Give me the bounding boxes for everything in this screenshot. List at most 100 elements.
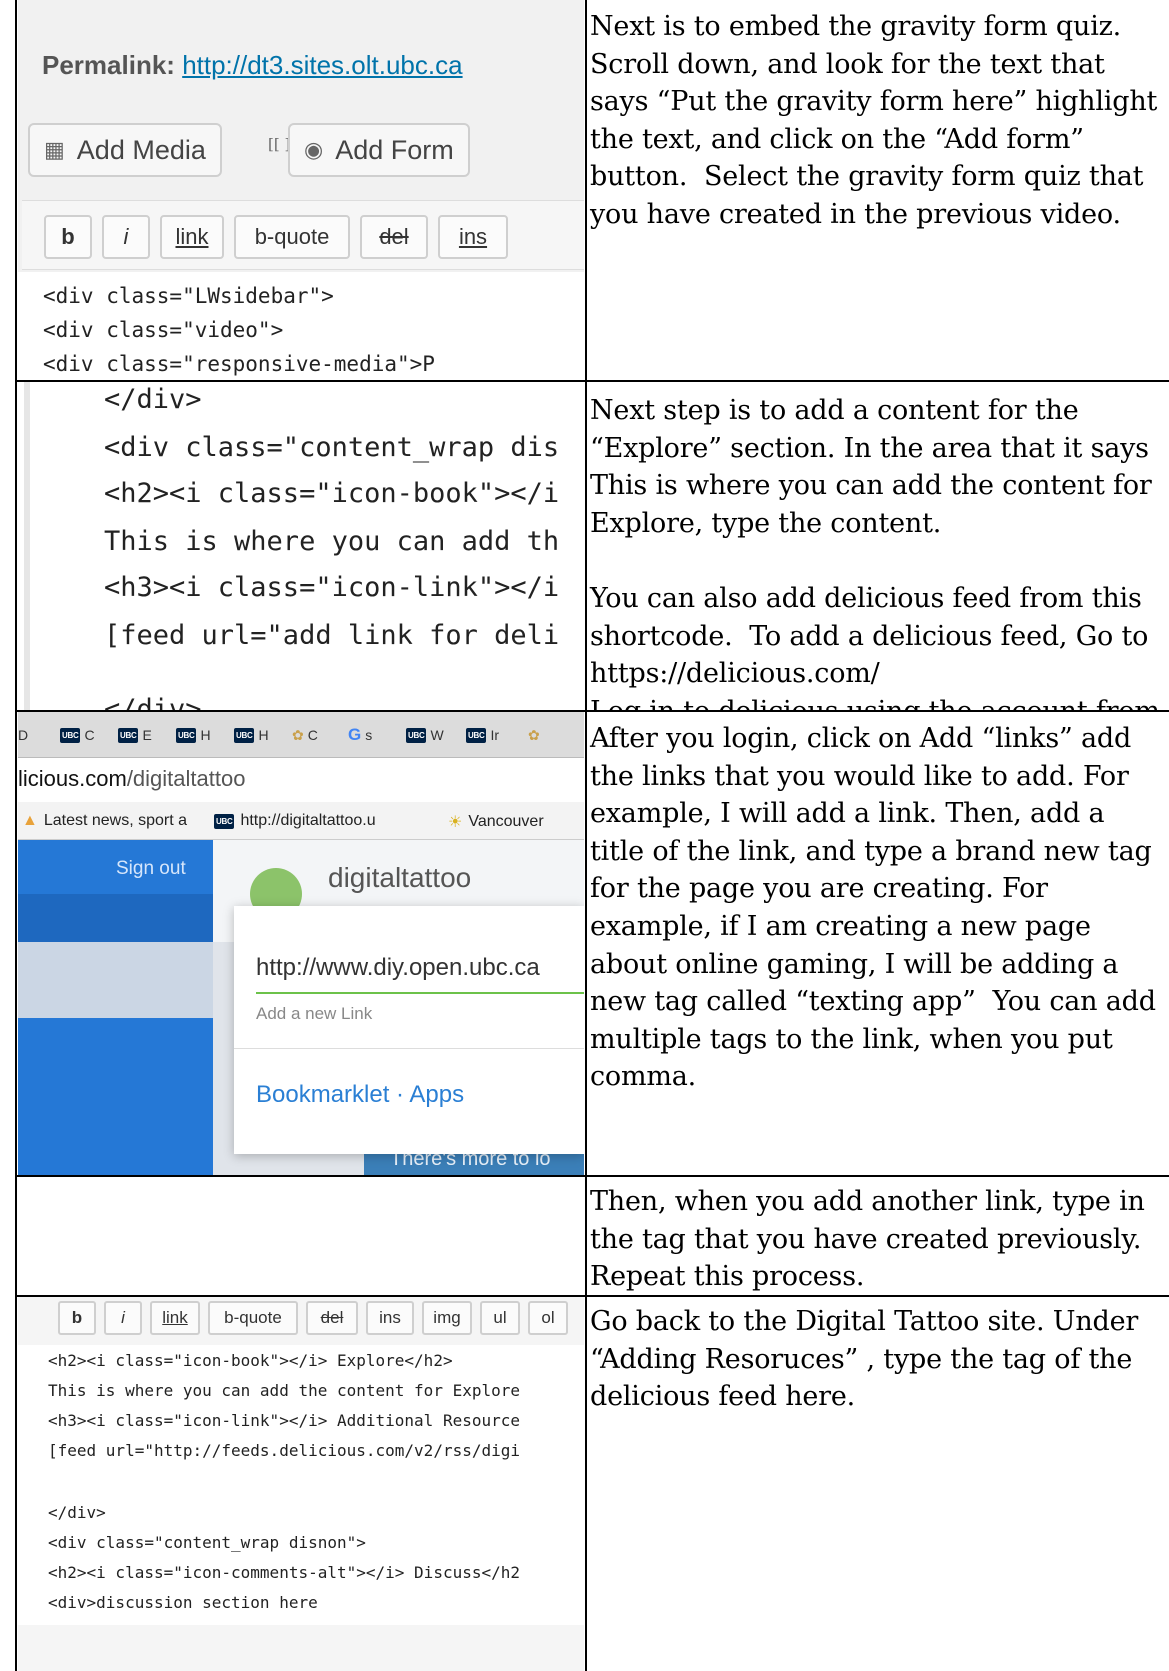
sidebar-band — [18, 894, 213, 942]
quicktag-ins-button[interactable]: ins — [438, 215, 508, 259]
instruction-paragraph: Go back to the Digital Tattoo site. Unde… — [590, 1306, 1147, 1413]
code-line: </div> — [48, 1503, 106, 1522]
wordpress-editor-screenshot: Permalink: http://dt3.sites.olt.ubc.ca ▦… — [18, 0, 584, 382]
browser-tab[interactable]: ✿ C — [292, 720, 318, 750]
sidebar-band — [18, 942, 213, 1018]
bookmark-item[interactable]: UBC http://digitaltattoo.u — [214, 812, 376, 830]
bookmark-label: Latest news, sport a — [43, 812, 188, 829]
sun-icon: ☀ — [448, 814, 463, 831]
bookmark-icon: ▲ — [22, 812, 38, 829]
flower-icon: ✿ — [528, 726, 540, 743]
tab-label: W — [430, 727, 444, 743]
form-icon: ◉ — [304, 137, 324, 162]
code-line: <div class="LWsidebar"> — [43, 284, 334, 308]
quicktag-italic-button[interactable]: i — [102, 215, 150, 259]
instruction-text: Next step is to add a content for the “E… — [590, 392, 1165, 712]
code-line: <div class="responsive-media">P — [43, 352, 435, 376]
site-name: digitaltattoo — [328, 862, 472, 893]
ubc-logo-icon: UBC — [466, 727, 487, 743]
link-input-hint: Add a new Link — [256, 1004, 373, 1023]
browser-tab[interactable]: D — [18, 720, 28, 750]
table-border-left — [15, 0, 17, 1671]
quicktag-ol-button[interactable]: ol — [528, 1301, 568, 1335]
bookmarklet-apps-links[interactable]: Bookmarklet · Apps — [256, 1081, 464, 1109]
media-icon: ▦ — [44, 137, 65, 162]
browser-screenshot: D UBC C UBC E UBC H UBC H ✿ C Gs UBC W UBC Ir ✿… — [18, 712, 584, 1177]
browser-tab[interactable]: UBC C — [60, 720, 95, 750]
flower-icon: ✿ — [292, 726, 304, 743]
bookmark-label: http://digitaltattoo.u — [240, 812, 376, 829]
browser-tab[interactable]: UBC E — [118, 720, 152, 750]
bookmark-item[interactable]: ▲ Latest news, sport a — [22, 812, 187, 830]
permalink-url[interactable]: http://dt3.sites.olt.ubc.ca — [182, 50, 462, 80]
permalink-label: Permalink: — [42, 50, 175, 80]
instruction-text: Next is to embed the gravity form quiz. … — [590, 8, 1165, 234]
browser-tab[interactable]: UBC Ir — [466, 720, 499, 750]
code-line: [feed url="http://feeds.delicious.com/v2… — [48, 1441, 521, 1460]
delicious-page: Sign out digitaltattoo There's more to l… — [18, 840, 584, 1177]
sign-out-link[interactable]: Sign out — [116, 858, 186, 880]
bookmark-item[interactable]: ☀ Vancouver — [448, 812, 544, 832]
quicktags-toolbar: b i link b-quote del ins — [22, 200, 584, 270]
code-line: <h2><i class="icon-book"></i — [104, 478, 560, 509]
html-code-area[interactable]: <h2><i class="icon-book"></i> Explore</h… — [18, 1345, 584, 1625]
quicktag-bquote-button[interactable]: b-quote — [208, 1301, 298, 1335]
quicktag-bold-button[interactable]: b — [58, 1301, 96, 1335]
address-bar[interactable]: licious.com/digitaltattoo — [18, 758, 584, 802]
tab-label: H — [258, 727, 269, 743]
instruction-text: Then, when you add another link, type in… — [590, 1183, 1165, 1296]
table-border-middle — [585, 0, 587, 1671]
tab-label: H — [200, 727, 211, 743]
browser-tab[interactable]: Gs — [348, 720, 372, 750]
add-media-button[interactable]: ▦ Add Media — [28, 123, 222, 177]
code-line: </div> — [104, 384, 202, 415]
table-row-divider — [15, 710, 1169, 712]
instruction-paragraph: Next is to embed the gravity form quiz. … — [590, 11, 1166, 230]
ubc-logo-icon: UBC — [176, 727, 197, 743]
link-url-input[interactable]: http://www.diy.open.ubc.ca — [256, 954, 540, 982]
quicktag-ins-button[interactable]: ins — [366, 1301, 414, 1335]
tab-label: E — [142, 727, 152, 743]
quicktag-link-button[interactable]: link — [150, 1301, 200, 1335]
browser-tab[interactable]: UBC W — [406, 720, 444, 750]
quicktag-img-button[interactable]: img — [422, 1301, 472, 1335]
address-url: licious.com/digitaltattoo — [18, 766, 245, 792]
instruction-text: After you login, click on Add “links” ad… — [590, 720, 1165, 1096]
permalink: Permalink: http://dt3.sites.olt.ubc.ca — [42, 50, 463, 81]
quicktag-del-button[interactable]: del — [360, 215, 428, 259]
bookmark-label: Vancouver — [468, 813, 544, 830]
add-media-label: Add Media — [76, 134, 206, 165]
tab-label: s — [365, 727, 373, 743]
divider — [234, 1048, 584, 1049]
google-icon: G — [348, 725, 362, 744]
quicktag-ul-button[interactable]: ul — [480, 1301, 520, 1335]
table-row-divider — [15, 1295, 1169, 1297]
editor-bottom-screenshot: b i link b-quote del ins img ul ol <h2><… — [18, 1297, 584, 1671]
ubc-logo-icon: UBC — [118, 727, 139, 743]
html-code-area[interactable]: <div class="LWsidebar"> <div class="vide… — [18, 272, 584, 380]
quicktag-del-button[interactable]: del — [306, 1301, 358, 1335]
code-line: <h2><i class="icon-comments-alt"></i> Di… — [48, 1563, 521, 1582]
bookmarks-bar: ▲ Latest news, sport a UBC http://digitalt… — [18, 802, 584, 840]
browser-tab[interactable]: UBC H — [176, 720, 211, 750]
code-line: <div class="content_wrap dis — [104, 432, 560, 463]
tab-label: Ir — [490, 727, 499, 743]
quicktag-bold-button[interactable]: b — [44, 215, 92, 259]
add-link-popup: http://www.diy.open.ubc.ca Add a new Lin… — [234, 906, 584, 1154]
quicktag-link-button[interactable]: link — [160, 215, 224, 259]
ubc-logo-icon: UBC — [214, 813, 235, 829]
browser-tab[interactable]: UBC H — [234, 720, 269, 750]
browser-tab[interactable]: ✿ — [528, 720, 540, 750]
input-underline — [256, 992, 584, 994]
code-line: <div>discussion section here — [48, 1593, 318, 1612]
code-line: <div class="content_wrap disnon"> — [48, 1533, 366, 1552]
add-form-button[interactable]: ◉ Add Form — [288, 123, 470, 177]
quicktag-italic-button[interactable]: i — [104, 1301, 142, 1335]
code-line: This is where you can add th — [104, 526, 560, 557]
instruction-paragraph: Then, when you add another link, type in… — [590, 1186, 1154, 1293]
add-form-label: Add Form — [335, 134, 454, 165]
quicktag-bquote-button[interactable]: b-quote — [234, 215, 350, 259]
url-domain: licious.com — [18, 766, 127, 791]
table-row-divider — [15, 1175, 1169, 1177]
code-line: <h3><i class="icon-link"></i — [104, 572, 560, 603]
